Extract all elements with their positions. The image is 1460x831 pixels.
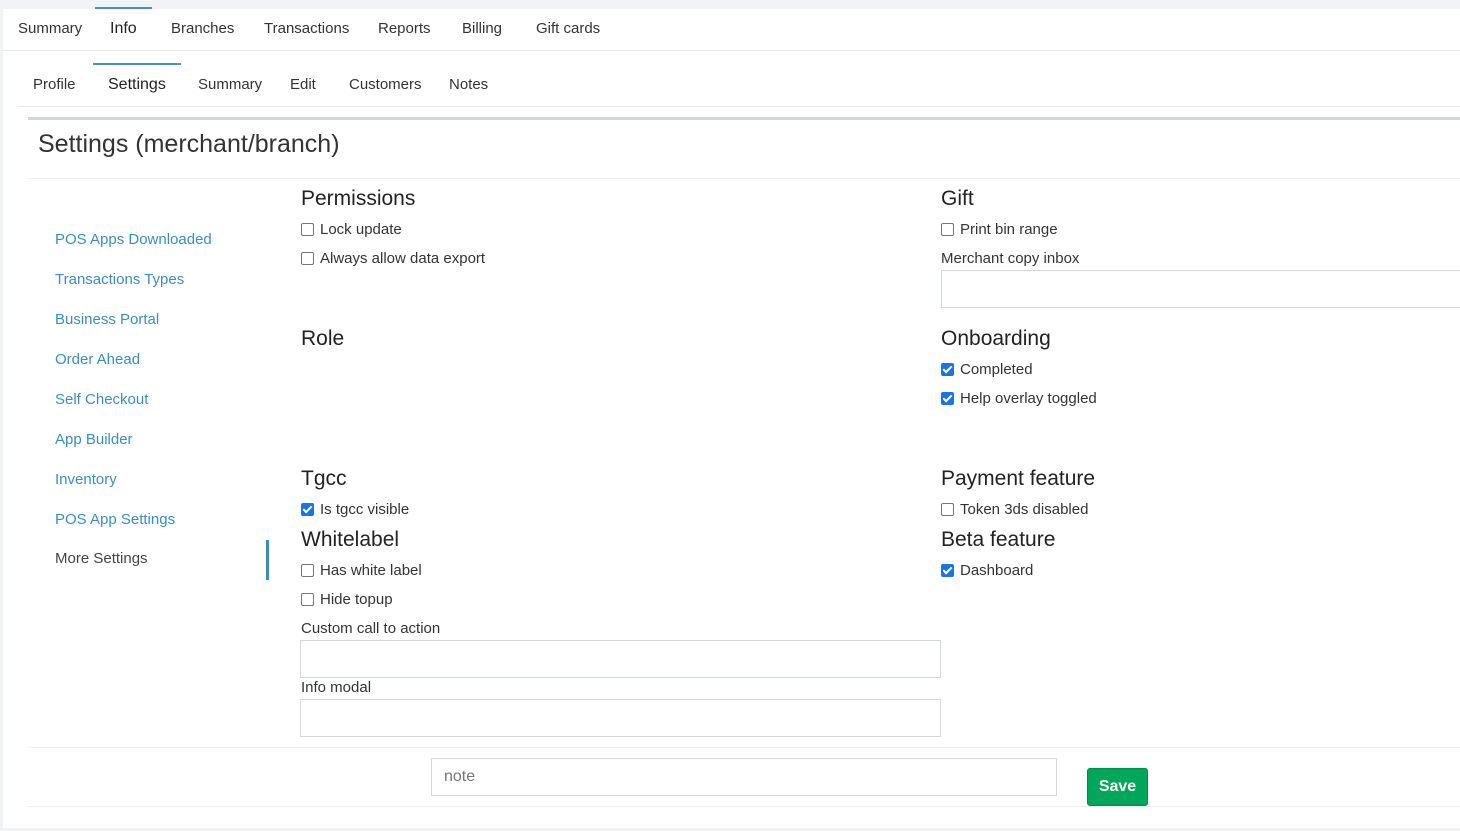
- token-3ds-disabled-checkbox[interactable]: Token 3ds disabled: [941, 501, 1088, 518]
- dashboard-label: Dashboard: [960, 562, 1034, 579]
- help-overlay-label: Help overlay toggled: [960, 390, 1097, 407]
- section-title-role: Role: [301, 327, 345, 350]
- dashboard-box[interactable]: [941, 564, 954, 577]
- section-title-permissions: Permissions: [301, 187, 416, 210]
- print-bin-range-label: Print bin range: [960, 221, 1058, 238]
- subtab-summary[interactable]: Summary: [198, 64, 262, 106]
- merchant-copy-inbox-label: Merchant copy inbox: [941, 250, 1080, 267]
- section-title-beta-feature: Beta feature: [941, 528, 1056, 551]
- sidebar-item-transactions-types[interactable]: Transactions Types: [55, 271, 184, 288]
- section-title-tgcc: Tgcc: [301, 467, 347, 490]
- subtab-customers[interactable]: Customers: [349, 64, 422, 106]
- page: Summary Info Branches Transactions Repor…: [3, 7, 1460, 831]
- lock-update-checkbox[interactable]: Lock update: [301, 221, 402, 238]
- sidebar-active-indicator: [266, 540, 269, 580]
- info-modal-input[interactable]: [300, 699, 941, 737]
- sidebar-item-more-settings[interactable]: More Settings: [55, 550, 148, 567]
- sub-tab-bar: Profile Settings Summary Edit Customers …: [18, 63, 1460, 107]
- page-title: Settings (merchant/branch): [38, 130, 340, 158]
- section-title-gift: Gift: [941, 187, 974, 210]
- subtab-settings[interactable]: Settings: [93, 63, 181, 106]
- tab-transactions[interactable]: Transactions: [264, 9, 349, 49]
- hide-topup-label: Hide topup: [320, 591, 393, 608]
- custom-cta-label: Custom call to action: [301, 620, 441, 637]
- is-tgcc-visible-label: Is tgcc visible: [320, 501, 410, 518]
- has-white-label-checkbox[interactable]: Has white label: [301, 562, 422, 579]
- help-overlay-checkbox[interactable]: Help overlay toggled: [941, 390, 1097, 407]
- sidebar-item-app-builder[interactable]: App Builder: [55, 431, 133, 448]
- print-bin-range-checkbox[interactable]: Print bin range: [941, 221, 1058, 238]
- tab-summary[interactable]: Summary: [18, 9, 82, 49]
- save-button[interactable]: Save: [1087, 768, 1148, 806]
- sidebar-item-business-portal[interactable]: Business Portal: [55, 311, 159, 328]
- top-tab-bar: Summary Info Branches Transactions Repor…: [3, 7, 1460, 51]
- lock-update-label: Lock update: [320, 221, 402, 238]
- hide-topup-checkbox[interactable]: Hide topup: [301, 591, 393, 608]
- always-allow-export-checkbox[interactable]: Always allow data export: [301, 250, 485, 267]
- has-white-label-box[interactable]: [301, 564, 314, 577]
- settings-panel: Settings (merchant/branch) POS Apps Down…: [28, 117, 1460, 831]
- header-divider: [28, 178, 1460, 179]
- custom-cta-input[interactable]: [300, 640, 941, 678]
- always-allow-export-box[interactable]: [301, 252, 314, 265]
- token-3ds-disabled-label: Token 3ds disabled: [960, 501, 1089, 518]
- dashboard-checkbox[interactable]: Dashboard: [941, 562, 1033, 579]
- has-white-label-label: Has white label: [320, 562, 422, 579]
- note-input[interactable]: [431, 758, 1057, 796]
- tab-billing[interactable]: Billing: [462, 9, 502, 49]
- sidebar-item-order-ahead[interactable]: Order Ahead: [55, 351, 140, 368]
- info-modal-label: Info modal: [301, 679, 372, 696]
- subtab-notes[interactable]: Notes: [449, 64, 488, 106]
- is-tgcc-visible-checkbox[interactable]: Is tgcc visible: [301, 501, 409, 518]
- subtab-profile[interactable]: Profile: [33, 64, 76, 106]
- section-title-payment-feature: Payment feature: [941, 467, 1096, 490]
- always-allow-export-label: Always allow data export: [320, 250, 486, 267]
- completed-checkbox[interactable]: Completed: [941, 361, 1033, 378]
- sidebar-item-pos-apps-downloaded[interactable]: POS Apps Downloaded: [55, 231, 212, 248]
- section-title-whitelabel: Whitelabel: [301, 528, 400, 551]
- tab-info[interactable]: Info: [95, 7, 152, 49]
- footer-divider-bottom: [28, 806, 1460, 807]
- tab-gift-cards[interactable]: Gift cards: [536, 9, 600, 49]
- hide-topup-box[interactable]: [301, 593, 314, 606]
- sidebar-item-self-checkout[interactable]: Self Checkout: [55, 391, 148, 408]
- footer-divider-top: [28, 747, 1460, 748]
- tab-branches[interactable]: Branches: [171, 9, 234, 49]
- lock-update-box[interactable]: [301, 223, 314, 236]
- token-3ds-disabled-box[interactable]: [941, 503, 954, 516]
- print-bin-range-box[interactable]: [941, 223, 954, 236]
- sidebar-item-pos-app-settings[interactable]: POS App Settings: [55, 511, 175, 528]
- completed-label: Completed: [960, 361, 1033, 378]
- subtab-edit[interactable]: Edit: [290, 64, 316, 106]
- sidebar-item-inventory[interactable]: Inventory: [55, 471, 117, 488]
- is-tgcc-visible-box[interactable]: [301, 503, 314, 516]
- tab-reports[interactable]: Reports: [378, 9, 431, 49]
- completed-box[interactable]: [941, 363, 954, 376]
- section-title-onboarding: Onboarding: [941, 327, 1051, 350]
- merchant-copy-inbox-input[interactable]: [941, 270, 1460, 308]
- help-overlay-box[interactable]: [941, 392, 954, 405]
